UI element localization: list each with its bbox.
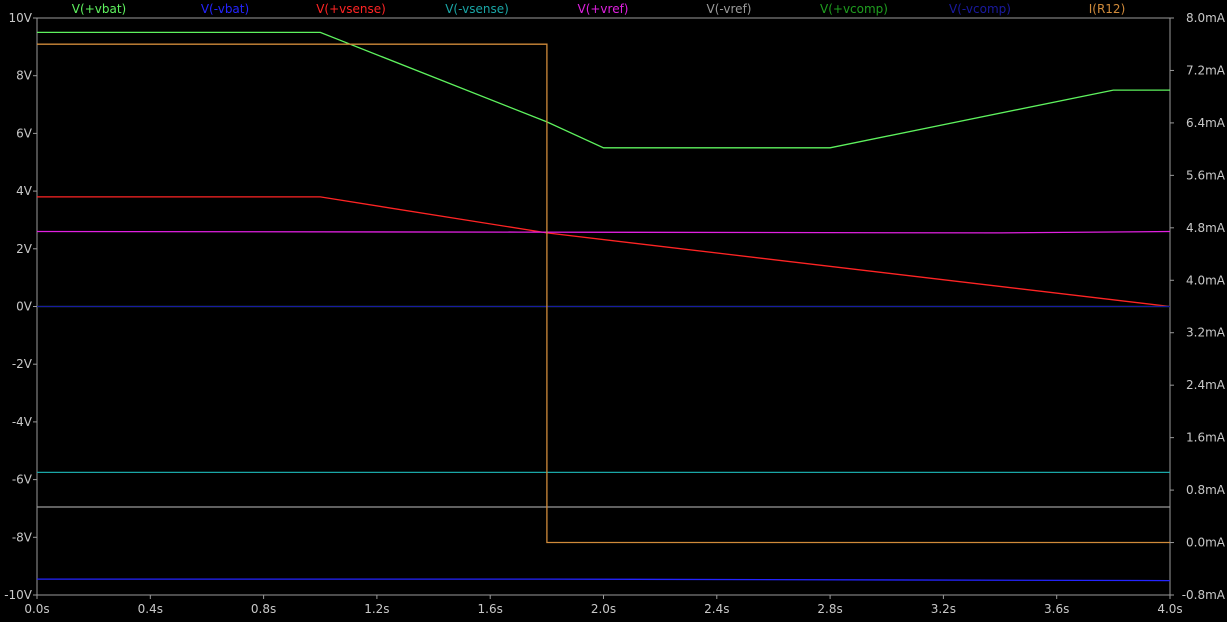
trace-line[interactable] [37, 196, 1171, 308]
right-tick-label: 4.0mA [1186, 273, 1226, 287]
right-tick-label: 5.6mA [1186, 168, 1226, 182]
traces[interactable] [36, 31, 1171, 582]
left-tick-label: -2V [12, 357, 33, 371]
x-tick-label: 0.8s [251, 602, 276, 616]
right-tick-label: 1.6mA [1186, 431, 1226, 445]
right-tick-label: 2.4mA [1186, 378, 1226, 392]
trace-line[interactable] [37, 43, 1170, 544]
legend-entry[interactable]: V(+vcomp) [820, 2, 888, 16]
left-tick-label: -10V [4, 588, 33, 602]
left-y-axis: 10V 8V 6V 4V 2V 0V -2V -4V -6V -8V -10V [4, 11, 37, 602]
left-tick-label: -8V [12, 530, 33, 544]
legend-entry[interactable]: V(-vref) [707, 2, 752, 16]
trace-line[interactable] [37, 31, 1170, 149]
x-axis: 0.0s 0.4s 0.8s 1.2s 1.6s 2.0s 2.4s 2.8s 3.2s 3.6s… [24, 595, 1183, 616]
left-tick-label: 8V [16, 69, 33, 83]
left-tick-label: 0V [16, 300, 33, 314]
x-tick-label: 1.6s [478, 602, 503, 616]
right-tick-label: -0.8mA [1182, 588, 1226, 602]
left-tick-label: 4V [16, 184, 33, 198]
x-tick-label: 3.6s [1044, 602, 1069, 616]
right-tick-label: 0.0mA [1186, 536, 1226, 550]
legend-entry[interactable]: V(+vref) [577, 2, 628, 16]
x-tick-label: 1.2s [364, 602, 389, 616]
right-tick-label: 7.2mA [1186, 63, 1226, 77]
right-tick-label: 3.2mA [1186, 326, 1226, 340]
right-tick-label: 6.4mA [1186, 116, 1226, 130]
x-tick-label: 2.8s [817, 602, 842, 616]
legend-entry[interactable]: V(-vcomp) [949, 2, 1011, 16]
left-tick-label: 2V [16, 242, 33, 256]
x-tick-label: 2.4s [704, 602, 729, 616]
left-tick-label: 6V [16, 126, 33, 140]
legend-entry[interactable]: V(+vsense) [316, 2, 386, 16]
right-y-axis: 8.0mA 7.2mA 6.4mA 5.6mA 4.8mA 4.0mA 3.2mA 2.4mA… [1170, 11, 1226, 602]
legend-entry[interactable]: V(-vbat) [201, 2, 249, 16]
trace-line[interactable] [36, 230, 1171, 234]
x-tick-label: 0.4s [138, 602, 163, 616]
waveform-plot[interactable]: V(+vbat) V(-vbat) V(+vsense) V(-vsense) V(+v… [0, 0, 1227, 622]
left-tick-label: 10V [9, 11, 33, 25]
legend-entry[interactable]: V(-vsense) [445, 2, 509, 16]
left-tick-label: -4V [12, 415, 33, 429]
trace-line[interactable] [37, 578, 1171, 582]
right-tick-label: 4.8mA [1186, 221, 1226, 235]
right-tick-label: 8.0mA [1186, 11, 1226, 25]
x-tick-label: 0.0s [24, 602, 49, 616]
left-tick-label: -6V [12, 473, 33, 487]
x-tick-label: 2.0s [591, 602, 616, 616]
right-tick-label: 0.8mA [1186, 483, 1226, 497]
legend: V(+vbat) V(-vbat) V(+vsense) V(-vsense) V(+v… [72, 2, 1125, 16]
x-tick-label: 4.0s [1157, 602, 1182, 616]
x-tick-label: 3.2s [931, 602, 956, 616]
legend-entry[interactable]: V(+vbat) [72, 2, 126, 16]
legend-entry[interactable]: I(R12) [1089, 2, 1126, 16]
